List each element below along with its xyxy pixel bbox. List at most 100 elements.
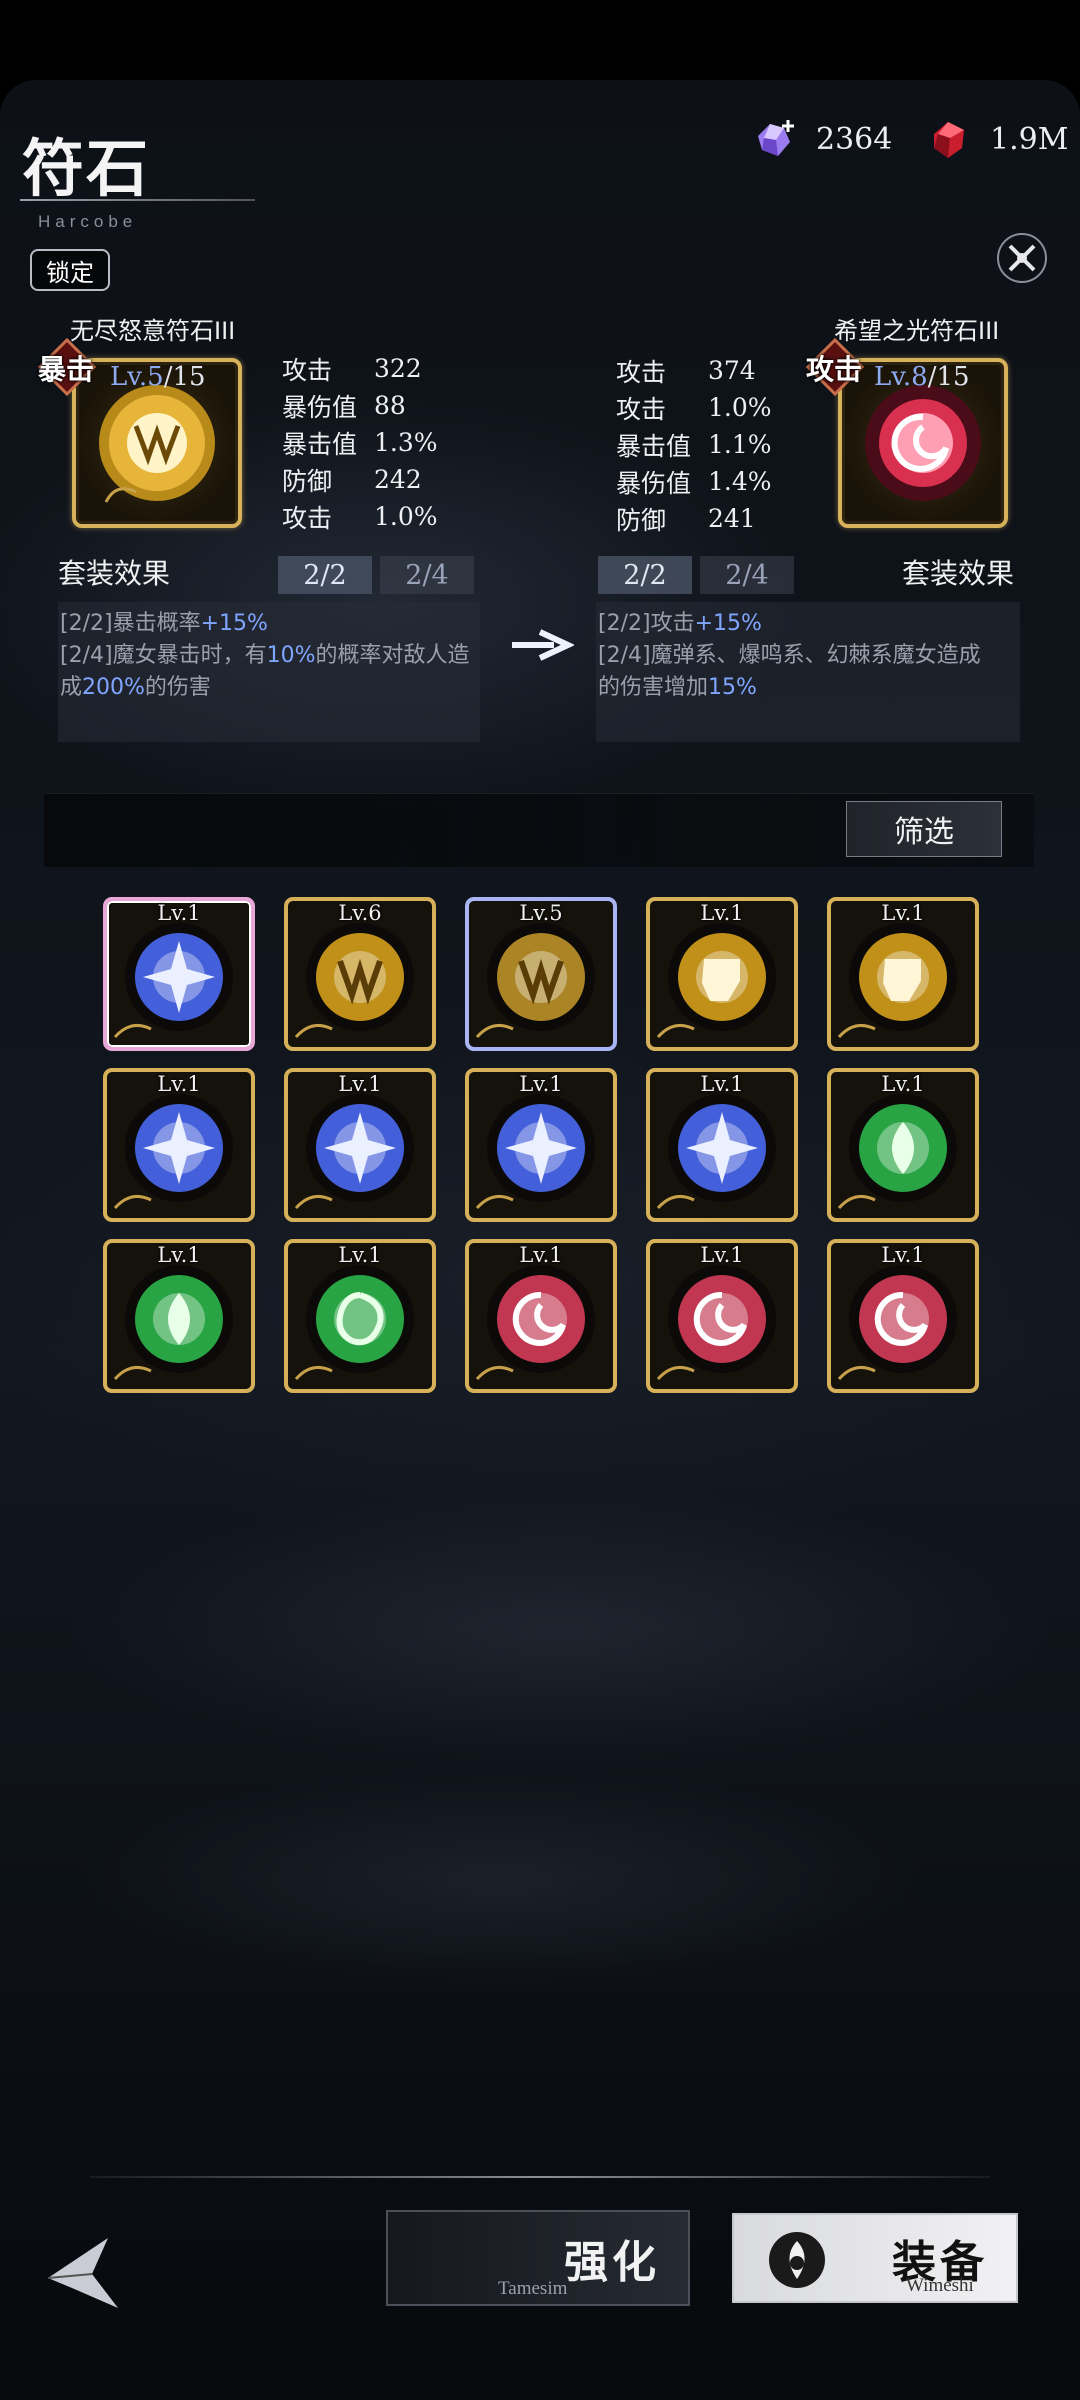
rune-slot-level: Lv.1 [700,1072,744,1096]
rune-slot[interactable]: Lv.1 [103,897,255,1051]
set-effect-line: 成200%的伤害 [60,672,478,704]
upgrade-sublabel: Tamesim [498,2278,568,2299]
stat-value: 242 [374,465,422,494]
current-set-tab-2-4[interactable]: 2/4 [380,556,474,594]
rune-slot[interactable]: Lv.1 [646,897,798,1051]
stat-value: 1.0% [708,393,772,422]
target-rune-level-value: Lv.8 [874,362,928,392]
target-rune-stats: 攻击 374 攻击 1.0% 暴击值 1.1% 暴伤值 1.4% 防御 241 [616,352,772,537]
set-effect-text: [2/4]魔女暴击时，有 [60,643,267,668]
stat-row: 暴击值 1.1% [616,426,772,463]
stat-label: 暴击值 [282,429,358,459]
rune-slot-level: Lv.1 [881,1072,925,1096]
stat-row: 攻击 322 [282,350,438,387]
rune-slot-level: Lv.1 [157,1243,201,1267]
set-effect-highlight: 10% [266,643,316,668]
set-effect-line: [2/2]攻击+15% [598,608,1018,640]
target-rune-level: Lv.8/15 [874,362,970,392]
current-rune-level: Lv.5/15 [110,362,206,392]
set-effect-line: [2/2]暴击概率+15% [60,608,478,640]
stat-value: 374 [708,356,756,385]
stat-value: 88 [374,391,406,420]
currency-red-crystal[interactable]: 1.9M [926,116,1068,162]
rune-slot[interactable]: Lv.1 [103,1239,255,1393]
rune-slot-level: Lv.1 [519,1072,563,1096]
set-effect-text: [2/4]魔弹系、爆鸣系、幻棘系魔女造成 [598,643,981,668]
rune-slot-level: Lv.1 [881,1243,925,1267]
target-set-effects: [2/2]攻击+15% [2/4]魔弹系、爆鸣系、幻棘系魔女造成 的伤害增加15% [596,602,1020,742]
rune-slot[interactable]: Lv.1 [465,1239,617,1393]
currency-gems[interactable]: 2364 [752,116,892,162]
back-icon[interactable] [38,2218,128,2328]
rune-slot-level: Lv.1 [157,901,201,925]
set-effect-highlight: +15% [694,611,762,636]
stat-label: 攻击 [616,394,667,424]
target-rune-level-max: /15 [927,362,970,392]
stat-value: 1.1% [708,430,772,459]
rune-slot[interactable]: Lv.1 [103,1068,255,1222]
equip-icon [769,2232,825,2288]
purple-crystal-plus-icon [758,120,794,156]
rune-slot-level: Lv.1 [700,1243,744,1267]
lock-button[interactable]: 锁定 [30,249,110,291]
equip-button[interactable]: 装备 Wimeshi [732,2213,1018,2303]
rune-slot-level: Lv.1 [338,1243,382,1267]
rune-slot-level: Lv.1 [157,1072,201,1096]
rune-slot[interactable]: Lv.1 [827,1068,979,1222]
rune-slot-level: Lv.6 [338,901,382,925]
current-set-effects: [2/2]暴击概率+15% [2/4]魔女暴击时，有10%的概率对敌人造 成200%… [58,602,480,742]
close-icon[interactable] [992,228,1052,288]
filter-button[interactable]: 筛选 [846,801,1002,857]
rune-slot-level: Lv.1 [881,901,925,925]
stat-row: 攻击 1.0% [616,389,772,426]
gems-value: 2364 [816,121,893,157]
set-effect-text: [2/2]暴击概率 [60,611,201,636]
rune-slot[interactable]: Lv.1 [827,1239,979,1393]
compare-arrow-icon [512,629,574,661]
rune-slot[interactable]: Lv.1 [465,1068,617,1222]
stat-value: 241 [708,504,756,533]
rune-slot[interactable]: Lv.1 [646,1239,798,1393]
rune-slot[interactable]: Lv.1 [827,897,979,1051]
set-effect-highlight: 200% [82,675,145,700]
set-effect-highlight: 15% [708,675,757,700]
set-effect-line: [2/4]魔弹系、爆鸣系、幻棘系魔女造成 [598,640,1018,672]
stat-label: 暴击值 [616,431,692,461]
title-divider [20,199,255,201]
rune-slot[interactable]: Lv.1 [284,1239,436,1393]
current-set-title: 套装效果 [58,557,171,590]
page-subtitle: Harcobe [38,212,138,231]
set-effect-text: 成 [60,675,83,700]
rune-slot-level: Lv.1 [519,1243,563,1267]
rune-slot[interactable]: Lv.1 [284,1068,436,1222]
rune-slot[interactable]: Lv.6 [284,897,436,1051]
current-rune-level-max: /15 [163,362,206,392]
stat-label: 攻击 [616,357,667,387]
target-set-tab-2-2[interactable]: 2/2 [598,556,692,594]
stat-value: 1.3% [374,428,438,457]
stat-label: 暴伤值 [616,468,692,498]
rune-slot-level: Lv.1 [700,901,744,925]
stat-row: 暴击值 1.3% [282,424,438,461]
stat-label: 攻击 [282,355,333,385]
rune-slot-level: Lv.5 [519,901,563,925]
rune-slot[interactable]: Lv.5 [465,897,617,1051]
upgrade-label: 强化 [564,2237,660,2288]
set-effect-line: [2/4]魔女暴击时，有10%的概率对敌人造 [60,640,478,672]
current-set-tab-2-2[interactable]: 2/2 [278,556,372,594]
target-set-title: 套装效果 [902,557,1015,590]
stat-row: 攻击 374 [616,352,772,389]
set-effect-text: 的伤害增加 [598,675,709,700]
target-set-tab-2-4[interactable]: 2/4 [700,556,794,594]
stat-label: 攻击 [282,503,333,533]
stat-value: 1.4% [708,467,772,496]
current-rune-type-tag: 暴击 [38,353,95,386]
red-crystal-icon [934,122,964,158]
rune-slot[interactable]: Lv.1 [646,1068,798,1222]
page-title: 符石 [22,132,151,205]
upgrade-button[interactable]: 强化 Tamesim [386,2210,690,2306]
stat-label: 防御 [282,466,333,496]
rune-inventory-grid: Lv.1 Lv.6 Lv.5 Lv.1 Lv.1 Lv.1 Lv.1 Lv.1 Lv.1 Lv.1… [103,897,979,1393]
stat-row: 防御 241 [616,500,772,537]
stat-label: 暴伤值 [282,392,358,422]
